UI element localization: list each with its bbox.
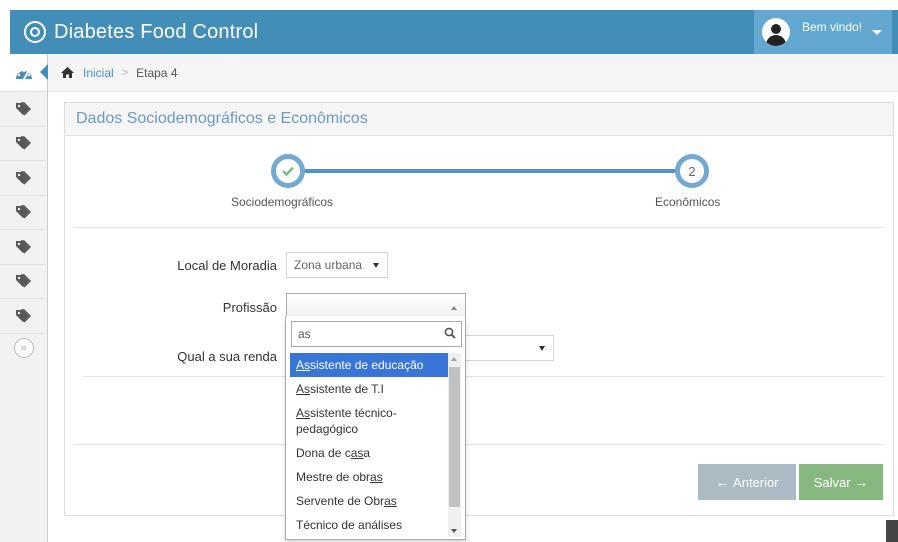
dropdown-option[interactable]: Dona de casa [290, 441, 448, 465]
caret-down-icon [539, 346, 545, 351]
option-match: as [370, 470, 383, 484]
dropdown-search-value: as [298, 327, 311, 341]
dropdown-option[interactable]: Servente de Obras [290, 489, 448, 513]
option-text: sistente técnico-pedagógico [296, 406, 397, 436]
dropdown-option[interactable]: Assistente técnico-pedagógico [290, 401, 448, 441]
option-match: as [350, 446, 364, 460]
dropdown-scrollbar[interactable] [448, 353, 461, 537]
renda-label: Qual a sua renda [177, 349, 277, 364]
breadcrumb-home-link[interactable]: Inicial [83, 66, 114, 80]
tag-icon [15, 309, 31, 323]
tag-icon [15, 102, 31, 116]
sidebar-item-1[interactable] [0, 92, 47, 127]
profissao-dropdown: as Assistente de educação Assistente de … [285, 316, 466, 540]
option-text: Mestre de obr [296, 470, 371, 484]
user-menu[interactable]: Bem vindo! [754, 10, 892, 54]
dropdown-options: Assistente de educação Assistente de T.I… [290, 353, 448, 537]
tag-icon [15, 240, 31, 254]
option-text: Técnico de análises [296, 518, 403, 532]
sidebar-item-5[interactable] [0, 230, 47, 265]
arrow-right-icon: → [854, 474, 869, 490]
panel-heading: Dados Sociodemográficos e Econômicos [65, 103, 893, 136]
option-match: As [296, 406, 311, 420]
wizard-step-2-label: Econômicos [655, 195, 721, 209]
arrow-left-icon: ← [715, 474, 730, 490]
previous-button[interactable]: ← Anterior [698, 464, 796, 500]
top-navbar: Diabetes Food Control Bem vindo! [10, 10, 898, 54]
wizard-progress-line [288, 169, 684, 173]
option-match: as [384, 494, 397, 508]
tag-icon [15, 274, 31, 288]
sidebar-item-dashboard[interactable] [0, 54, 48, 92]
chevron-down-icon [872, 29, 883, 35]
dashboard-icon [15, 69, 32, 79]
tag-icon [15, 171, 31, 185]
sidebar-item-3[interactable] [0, 161, 47, 196]
brand[interactable]: Diabetes Food Control [10, 10, 258, 54]
breadcrumb: Inicial > Etapa 4 [48, 54, 898, 92]
welcome-text: Bem vindo! [802, 20, 863, 34]
wizard-step-1[interactable] [271, 154, 305, 188]
form-panel: Dados Sociodemográficos e Econômicos 2 S… [64, 102, 894, 516]
avatar [762, 18, 790, 46]
dropdown-option[interactable]: Assistente de T.I [290, 377, 448, 401]
option-match: As [296, 382, 311, 396]
save-button[interactable]: Salvar → [799, 464, 883, 500]
search-icon [444, 327, 456, 339]
local-moradia-value: Zona urbana [294, 258, 363, 272]
option-text: a [363, 446, 371, 460]
local-moradia-label: Local de Moradia [177, 258, 277, 273]
home-icon [61, 67, 74, 78]
sidebar: » [0, 54, 48, 542]
sidebar-item-4[interactable] [0, 196, 47, 230]
dropdown-option[interactable]: Técnico de análises [290, 513, 448, 537]
breadcrumb-current: Etapa 4 [136, 65, 178, 80]
brand-title: Diabetes Food Control [54, 20, 259, 43]
scroll-top-button[interactable] [886, 520, 898, 542]
option-text: Dona de c [296, 446, 351, 460]
divider [83, 376, 884, 377]
sidebar-item-7[interactable] [0, 299, 47, 334]
sidebar-collapse-button[interactable]: » [13, 337, 34, 358]
dropdown-option[interactable]: Assistente de educação [290, 353, 448, 377]
dropdown-search-input[interactable]: as [291, 321, 462, 347]
wizard-step-1-label: Sociodemográficos [231, 195, 334, 209]
option-match: As [296, 358, 311, 372]
sidebar-item-6[interactable] [0, 265, 47, 299]
panel-title: Dados Sociodemográficos e Econômicos [76, 110, 368, 127]
tag-icon [15, 136, 31, 150]
profissao-label: Profissão [222, 300, 277, 315]
local-moradia-select[interactable]: Zona urbana [286, 252, 388, 278]
save-button-label: Salvar [813, 474, 851, 490]
tag-icon [15, 205, 31, 219]
scroll-down-icon[interactable] [451, 529, 457, 533]
breadcrumb-separator-icon: > [121, 66, 129, 79]
double-chevron-right-icon: » [20, 341, 27, 354]
sidebar-item-2[interactable] [0, 127, 47, 161]
brand-logo-icon [24, 21, 46, 43]
chevron-up-icon [451, 306, 457, 310]
option-text: Servente de Obr [296, 494, 385, 508]
divider [74, 227, 884, 228]
wizard-step-2[interactable]: 2 [675, 154, 709, 188]
dropdown-option[interactable]: Mestre de obras [290, 465, 448, 489]
scroll-up-icon[interactable] [451, 357, 457, 361]
caret-down-icon [373, 263, 379, 268]
scrollbar-thumb[interactable] [449, 367, 460, 507]
option-text: sistente de T.I [310, 382, 384, 396]
wizard-step-2-number: 2 [688, 163, 696, 179]
divider [74, 444, 884, 445]
option-text: sistente de educação [310, 358, 424, 372]
previous-button-label: Anterior [733, 474, 779, 490]
check-icon [282, 166, 294, 176]
